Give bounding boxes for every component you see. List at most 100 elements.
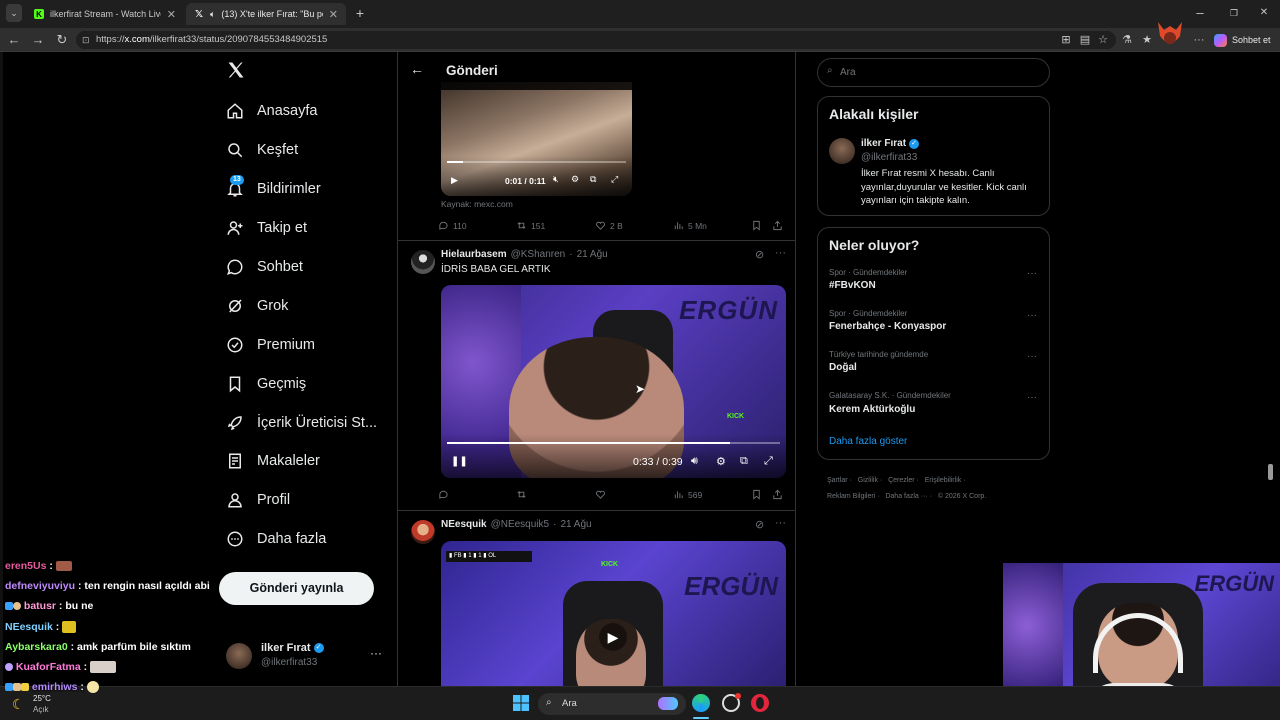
more-dots-icon[interactable]: ··· [775, 247, 786, 259]
repost-button[interactable]: 151 [516, 220, 545, 231]
forward-icon[interactable]: → [30, 32, 46, 48]
avatar[interactable] [829, 138, 855, 164]
site-info-icon[interactable]: ⊡ [82, 31, 90, 49]
more-dots-icon[interactable]: ··· [1027, 392, 1037, 403]
tab-kick-stream[interactable]: K ilkerfirat Stream - Watch Live on K ✕ [26, 3, 184, 25]
post-author[interactable]: NEesquik @NEesquik5 · 21 Ağu [441, 519, 592, 530]
close-window-icon[interactable]: ✕ [1256, 5, 1272, 21]
sidebar-item-articles[interactable]: Makaleler [226, 446, 320, 476]
windows-start-icon[interactable] [513, 695, 529, 711]
link-source[interactable]: Kaynak: mexc.com [441, 199, 513, 209]
more-dots-icon[interactable]: ··· [1027, 310, 1037, 321]
pip-icon[interactable]: ⧉ [740, 455, 748, 468]
avatar[interactable] [411, 250, 435, 274]
more-dots-icon[interactable]: ··· [1027, 351, 1037, 362]
speaker-icon[interactable]: 🔈︎ [210, 9, 215, 20]
footer-link[interactable]: Daha fazla ··· [885, 493, 927, 500]
reload-icon[interactable]: ↻ [54, 32, 70, 48]
settings-icon[interactable]: ⚙ [716, 455, 726, 468]
person-name-row[interactable]: ilker Fırat ✓ [861, 138, 920, 149]
fullscreen-icon[interactable]: ⤢ [611, 174, 618, 185]
trend-name[interactable]: Doğal [829, 362, 857, 373]
reply-button[interactable]: 110 [438, 220, 467, 231]
video-player[interactable]: ERGÜN KICK ❚❚ 0:33 / 0:39 🔊︎ ⚙ ⧉ ⤢ ➤ [441, 285, 786, 478]
tab-x-post[interactable]: 𝕏 🔈︎ (13) X'te ilker Fırat: "Bu postur ✕ [186, 3, 346, 25]
sidebar-item-home[interactable]: Anasayfa [226, 96, 317, 126]
video-player[interactable]: ▶ 0:01 / 0:11 🔇︎ ⚙ ⧉ ⤢ [441, 82, 632, 196]
reply-button[interactable] [438, 489, 449, 500]
page-scrollbar[interactable] [1268, 464, 1273, 480]
favorites-icon[interactable]: ★ [1140, 33, 1154, 47]
weather-moon-icon[interactable]: ☾ [12, 696, 25, 713]
more-dots-icon[interactable]: ··· [775, 517, 786, 529]
trend-name[interactable]: #FBvKON [829, 280, 876, 291]
account-switcher[interactable]: ilker Fırat ✓ @ilkerfirat33 ··· [226, 642, 386, 672]
views-button[interactable]: 569 [673, 489, 702, 500]
grok-icon[interactable]: ⊘ [755, 518, 764, 531]
taskbar-search[interactable]: ⌕ Ara [538, 693, 686, 715]
share-button[interactable] [772, 220, 783, 231]
post-button[interactable]: Gönderi yayınla [219, 572, 374, 605]
sidebar-item-explore[interactable]: Keşfet [226, 135, 298, 165]
edge-icon[interactable] [692, 694, 710, 712]
pause-icon[interactable]: ❚❚ [451, 456, 468, 467]
footer-link[interactable]: Erişilebilirlik [925, 477, 962, 484]
sidebar-item-chat[interactable]: Sohbet [226, 252, 303, 282]
reading-view-icon[interactable]: ▤ [1078, 33, 1092, 47]
repost-button[interactable] [516, 489, 527, 500]
footer-link[interactable]: Gizlilik [858, 477, 878, 484]
profile-avatar[interactable] [1154, 16, 1186, 52]
sidebar-item-bookmarks[interactable]: Geçmiş [226, 369, 306, 399]
minimize-icon[interactable]: – [1192, 5, 1208, 21]
play-icon[interactable]: ▶ [599, 623, 627, 651]
pip-icon[interactable]: ⧉ [590, 174, 596, 185]
extensions-icon[interactable]: ⚗ [1120, 33, 1134, 47]
like-button[interactable]: 2 B [595, 220, 623, 231]
fullscreen-icon[interactable]: ⤢ [764, 455, 773, 468]
sidebar-item-premium[interactable]: Premium [226, 330, 315, 360]
post-author[interactable]: Hielaurbasem @KShanren · 21 Ağu [441, 249, 608, 260]
settings-icon[interactable]: ⚙ [571, 174, 579, 185]
back-icon[interactable]: ← [6, 32, 22, 48]
more-dots-icon[interactable]: ··· [1027, 268, 1037, 279]
like-button[interactable] [595, 489, 606, 500]
opera-icon[interactable] [751, 694, 769, 712]
sidebar-item-creator-studio[interactable]: İçerik Üreticisi St... [226, 408, 377, 438]
back-arrow-icon[interactable]: ← [410, 61, 424, 77]
video-progress[interactable] [447, 442, 780, 444]
favorite-star-icon[interactable]: ☆ [1096, 33, 1110, 47]
share-button[interactable] [772, 489, 783, 500]
footer-link[interactable]: Çerezler [888, 477, 914, 484]
x-logo-icon[interactable] [226, 60, 248, 84]
avatar[interactable] [411, 520, 435, 544]
video-progress[interactable] [447, 161, 626, 163]
trend-name[interactable]: Kerem Aktürkoğlu [829, 404, 915, 415]
search-input[interactable]: ⌕ Ara [817, 58, 1050, 87]
apps-icon[interactable]: ⊞ [1059, 33, 1073, 47]
sidebar-item-follow[interactable]: Takip et [226, 213, 307, 243]
sidebar-item-notifications[interactable]: 13 Bildirimler [226, 174, 321, 204]
footer-link[interactable]: Şartlar [827, 477, 848, 484]
volume-icon[interactable]: 🔊︎ [691, 455, 698, 468]
sidebar-item-more[interactable]: Daha fazla [226, 524, 326, 554]
sidebar-item-profile[interactable]: Profil [226, 485, 290, 515]
copilot-chat-button[interactable]: Sohbet et [1214, 31, 1271, 49]
close-tab-icon[interactable]: ✕ [167, 8, 176, 21]
close-tab-icon[interactable]: ✕ [329, 8, 338, 21]
mute-icon[interactable]: 🔇︎ [553, 174, 559, 185]
play-icon[interactable]: ▶ [451, 175, 458, 186]
more-menu-icon[interactable]: ··· [1192, 33, 1206, 47]
more-dots-icon[interactable]: ··· [370, 646, 382, 660]
show-more-link[interactable]: Daha fazla göster [829, 436, 907, 447]
sidebar-item-grok[interactable]: Grok [226, 291, 288, 321]
github-icon[interactable] [722, 693, 741, 712]
footer-link[interactable]: Reklam Bilgileri [827, 493, 875, 500]
bookmark-button[interactable] [751, 220, 762, 231]
bookmark-button[interactable] [751, 489, 762, 500]
restore-icon[interactable]: ❐ [1226, 5, 1242, 21]
grok-icon[interactable]: ⊘ [755, 248, 764, 261]
trend-name[interactable]: Fenerbahçe - Konyaspor [829, 321, 946, 332]
tab-list-chevron-icon[interactable]: ⌄ [6, 4, 22, 22]
video-player[interactable]: ▮ FB ▮ 1 ▮ 1 ▮ OL ERGÜN KICK ▶ [441, 541, 786, 686]
views-button[interactable]: 5 Mn [673, 220, 707, 231]
